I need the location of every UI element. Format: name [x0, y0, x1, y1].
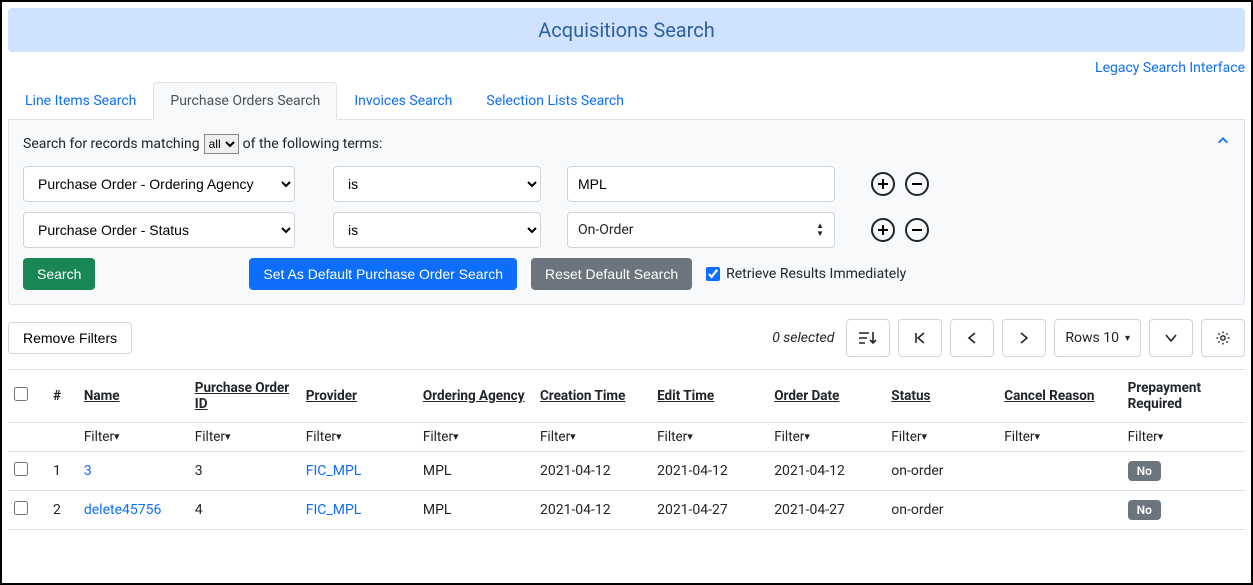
remove-criteria-button[interactable]: [905, 172, 929, 196]
cell-agency: MPL: [417, 491, 534, 530]
filter-order[interactable]: Filter▾: [774, 429, 810, 445]
col-row: #: [47, 370, 78, 423]
cell-edit: 2021-04-27: [651, 491, 768, 530]
search-button[interactable]: Search: [23, 258, 95, 290]
match-mode-select[interactable]: all: [204, 134, 239, 154]
add-criteria-button[interactable]: [871, 218, 895, 242]
cell-provider-link[interactable]: FIC_MPL: [306, 463, 362, 479]
cell-created: 2021-04-12: [534, 452, 651, 491]
table-row: 1 3 3 FIC_MPL MPL 2021-04-12 2021-04-12 …: [8, 452, 1245, 491]
retrieve-immediately-checkbox[interactable]: [706, 267, 720, 281]
filter-prepay[interactable]: Filter▾: [1128, 429, 1164, 445]
retrieve-immediately-label[interactable]: Retrieve Results Immediately: [706, 266, 906, 282]
criteria-field-select[interactable]: Purchase Order - Ordering Agency: [23, 166, 295, 202]
tabs: Line Items Search Purchase Orders Search…: [8, 82, 1245, 120]
col-agency[interactable]: Ordering Agency: [423, 388, 525, 404]
filter-created[interactable]: Filter▾: [540, 429, 576, 445]
cell-status: on-order: [885, 491, 998, 530]
reset-default-button[interactable]: Reset Default Search: [531, 258, 692, 290]
cell-cancel: [998, 491, 1121, 530]
col-edit[interactable]: Edit Time: [657, 388, 714, 404]
row-checkbox[interactable]: [14, 462, 28, 476]
tab-line-items[interactable]: Line Items Search: [8, 82, 153, 120]
criteria-value-text: On-Order: [578, 222, 634, 238]
chevron-down-icon: ▾: [1125, 333, 1130, 344]
cell-cancel: [998, 452, 1121, 491]
match-suffix: of the following terms:: [243, 136, 383, 152]
sort-button[interactable]: [846, 319, 890, 357]
prev-page-button[interactable]: [950, 319, 994, 357]
criteria-field-select[interactable]: Purchase Order - Status: [23, 212, 295, 248]
tab-selection-lists[interactable]: Selection Lists Search: [469, 82, 641, 120]
first-page-button[interactable]: [898, 319, 942, 357]
remove-filters-button[interactable]: Remove Filters: [8, 322, 132, 354]
col-name[interactable]: Name: [84, 388, 120, 404]
filter-row: Filter▾ Filter▾ Filter▾ Filter▾ Filter▾ …: [8, 423, 1245, 452]
table-row: 2 delete45756 4 FIC_MPL MPL 2021-04-12 2…: [8, 491, 1245, 530]
stepper-arrows[interactable]: ▲ ▼: [816, 222, 824, 238]
col-status[interactable]: Status: [891, 388, 930, 404]
page-title: Acquisitions Search: [8, 8, 1245, 52]
cell-provider-link[interactable]: FIC_MPL: [306, 502, 362, 518]
col-prepay: Prepayment Required: [1122, 370, 1245, 423]
remove-criteria-button[interactable]: [905, 218, 929, 242]
rows-per-page-button[interactable]: Rows 10 ▾: [1054, 319, 1141, 357]
col-provider[interactable]: Provider: [306, 388, 357, 404]
cell-idx: 1: [47, 452, 78, 491]
add-criteria-button[interactable]: [871, 172, 895, 196]
filter-cancel[interactable]: Filter▾: [1004, 429, 1040, 445]
results-table: # Name Purchase Order ID Provider Orderi…: [8, 369, 1245, 530]
tab-invoices[interactable]: Invoices Search: [337, 82, 469, 120]
col-order[interactable]: Order Date: [774, 388, 839, 404]
prepay-badge: No: [1128, 461, 1161, 481]
cell-status: on-order: [885, 452, 998, 491]
row-checkbox[interactable]: [14, 501, 28, 515]
prepay-badge: No: [1128, 500, 1161, 520]
criteria-operator-select[interactable]: is: [333, 166, 541, 202]
selected-count: 0 selected: [772, 330, 834, 346]
table-body: 1 3 3 FIC_MPL MPL 2021-04-12 2021-04-12 …: [8, 452, 1245, 530]
expand-button[interactable]: [1149, 319, 1193, 357]
cell-edit: 2021-04-12: [651, 452, 768, 491]
search-panel: Search for records matching all of the f…: [8, 120, 1245, 305]
criteria-row-1: Purchase Order - Ordering Agency is: [23, 166, 1230, 202]
filter-provider[interactable]: Filter▾: [306, 429, 342, 445]
col-cancel[interactable]: Cancel Reason: [1004, 388, 1094, 404]
filter-edit[interactable]: Filter▾: [657, 429, 693, 445]
cell-name-link[interactable]: delete45756: [84, 502, 162, 518]
cell-po-id: 4: [189, 491, 300, 530]
legacy-search-link[interactable]: Legacy Search Interface: [1095, 60, 1245, 76]
set-default-button[interactable]: Set As Default Purchase Order Search: [249, 258, 517, 290]
filter-agency[interactable]: Filter▾: [423, 429, 459, 445]
chevron-down-icon[interactable]: ▼: [816, 230, 824, 238]
criteria-value-stepper[interactable]: On-Order ▲ ▼: [567, 212, 835, 248]
cell-order: 2021-04-27: [768, 491, 885, 530]
cell-po-id: 3: [189, 452, 300, 491]
cell-name-link[interactable]: 3: [84, 463, 92, 479]
gear-icon: [1215, 330, 1231, 346]
col-po-id[interactable]: Purchase Order ID: [195, 380, 289, 412]
criteria-row-2: Purchase Order - Status is On-Order ▲ ▼: [23, 212, 1230, 248]
criteria-value-input[interactable]: [567, 166, 835, 202]
col-created[interactable]: Creation Time: [540, 388, 625, 404]
cell-order: 2021-04-12: [768, 452, 885, 491]
select-all-checkbox[interactable]: [14, 387, 28, 401]
filter-status[interactable]: Filter▾: [891, 429, 927, 445]
next-page-button[interactable]: [1002, 319, 1046, 357]
settings-button[interactable]: [1201, 319, 1245, 357]
collapse-icon[interactable]: [1216, 134, 1230, 148]
table-head: # Name Purchase Order ID Provider Orderi…: [8, 370, 1245, 423]
cell-created: 2021-04-12: [534, 491, 651, 530]
match-prefix: Search for records matching: [23, 136, 200, 152]
criteria-operator-select[interactable]: is: [333, 212, 541, 248]
grid-toolbar: Remove Filters 0 selected Rows 10 ▾: [8, 319, 1245, 357]
filter-name[interactable]: Filter▾: [84, 429, 120, 445]
cell-agency: MPL: [417, 452, 534, 491]
cell-idx: 2: [47, 491, 78, 530]
tab-purchase-orders[interactable]: Purchase Orders Search: [153, 82, 337, 120]
filter-po-id[interactable]: Filter▾: [195, 429, 231, 445]
